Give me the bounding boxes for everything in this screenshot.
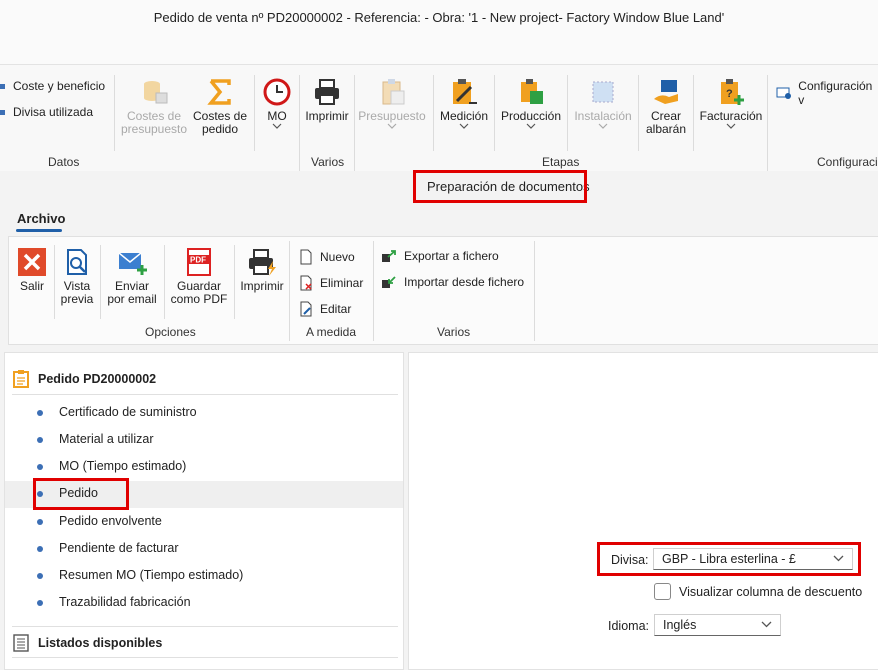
enviar-email-button[interactable]: Enviar por email bbox=[103, 247, 161, 306]
editar-button[interactable]: Editar bbox=[299, 301, 351, 317]
instalacion-button[interactable]: Instalación bbox=[570, 77, 636, 132]
idioma-label: Idioma: bbox=[608, 619, 649, 633]
svg-text:PDF: PDF bbox=[190, 256, 206, 265]
group-label-a-medida: A medida bbox=[306, 325, 357, 339]
coste-beneficio-button[interactable]: Coste y beneficio bbox=[0, 79, 105, 93]
crear-albaran-button[interactable]: Crear albarán bbox=[641, 77, 691, 136]
produccion-button[interactable]: Producción bbox=[497, 77, 565, 132]
group-label-opciones: Opciones bbox=[145, 325, 196, 339]
group-label-configuracion: Configuraci bbox=[817, 155, 878, 169]
list-item[interactable]: Resumen MO (Tiempo estimado) bbox=[37, 568, 243, 582]
costes-pedido-button[interactable]: Costes de pedido bbox=[190, 77, 250, 136]
costes-presupuesto-button[interactable]: Costes de presupuesto bbox=[118, 77, 190, 136]
production-icon bbox=[521, 79, 543, 104]
close-icon bbox=[18, 248, 46, 276]
svg-text:?: ? bbox=[726, 88, 733, 100]
chevron-down-icon bbox=[526, 123, 536, 129]
presupuesto-button[interactable]: Presupuesto bbox=[356, 77, 428, 132]
divisa-icon bbox=[0, 110, 5, 115]
print-flash-icon bbox=[249, 249, 276, 276]
group-label-varios-doc: Varios bbox=[437, 325, 471, 339]
edit-document-icon bbox=[300, 301, 312, 317]
window-title: Pedido de venta nº PD20000002 - Referenc… bbox=[153, 10, 725, 25]
descuento-checkbox[interactable] bbox=[654, 583, 671, 600]
mo-button[interactable]: MO bbox=[258, 77, 296, 132]
vista-previa-button[interactable]: Vista previa bbox=[57, 247, 97, 306]
salir-button[interactable]: Salir bbox=[15, 247, 49, 293]
invoice-icon: ? bbox=[721, 79, 744, 105]
email-icon bbox=[118, 252, 147, 275]
imprimir-button[interactable]: Imprimir bbox=[302, 77, 352, 123]
sigma-icon bbox=[207, 79, 231, 105]
measure-icon bbox=[453, 79, 477, 104]
group-label-varios: Varios bbox=[311, 155, 345, 169]
importar-button[interactable]: Importar desde fichero bbox=[381, 275, 524, 289]
list-item[interactable]: Certificado de suministro bbox=[37, 405, 197, 419]
divisa-utilizada-button[interactable]: Divisa utilizada bbox=[0, 105, 93, 119]
highlight-box bbox=[597, 542, 861, 576]
guardar-pdf-button[interactable]: PDF Guardar como PDF bbox=[167, 247, 231, 306]
chevron-down-icon bbox=[598, 123, 608, 129]
clock-icon bbox=[263, 78, 291, 106]
main-ribbon: Coste y beneficio Divisa utilizada Coste… bbox=[0, 65, 878, 172]
documents-tree-panel bbox=[4, 352, 404, 670]
pdf-icon: PDF bbox=[187, 248, 211, 276]
chevron-down-icon bbox=[726, 123, 736, 129]
configuracion-button[interactable]: Configuración v bbox=[776, 79, 878, 107]
printer-icon bbox=[315, 79, 339, 105]
facturacion-button[interactable]: ? Facturación bbox=[696, 77, 766, 132]
group-label-etapas: Etapas bbox=[542, 155, 580, 169]
list-item[interactable]: MO (Tiempo estimado) bbox=[37, 459, 186, 473]
tab-underline bbox=[16, 229, 62, 232]
list-item[interactable]: Pendiente de facturar bbox=[37, 541, 179, 555]
delete-document-icon bbox=[300, 275, 312, 291]
medicion-button[interactable]: Medición bbox=[436, 77, 492, 132]
listados-disponibles[interactable]: Listados disponibles bbox=[13, 634, 162, 652]
idioma-select[interactable]: Inglés bbox=[654, 614, 781, 636]
highlight-box bbox=[413, 170, 587, 203]
tab-archivo[interactable]: Archivo bbox=[17, 211, 65, 226]
title-bar: Pedido de venta nº PD20000002 - Referenc… bbox=[0, 0, 878, 65]
chevron-down-icon bbox=[387, 123, 397, 129]
exportar-button[interactable]: Exportar a fichero bbox=[381, 249, 499, 263]
descuento-label: Visualizar columna de descuento bbox=[679, 585, 863, 599]
preview-icon bbox=[67, 249, 87, 275]
coste-beneficio-icon bbox=[0, 84, 5, 89]
database-icon bbox=[144, 81, 168, 104]
eliminar-button[interactable]: Eliminar bbox=[299, 275, 363, 291]
chevron-down-icon bbox=[761, 621, 772, 628]
new-document-icon bbox=[300, 249, 312, 265]
highlight-box bbox=[33, 478, 129, 510]
group-label-datos: Datos bbox=[48, 155, 80, 169]
config-icon bbox=[776, 87, 791, 99]
imprimir-doc-button[interactable]: Imprimir bbox=[237, 247, 287, 293]
delivery-note-icon bbox=[654, 80, 678, 104]
clipboard-icon bbox=[13, 370, 29, 388]
chevron-down-icon bbox=[459, 123, 469, 129]
list-item[interactable]: Pedido envolvente bbox=[37, 514, 162, 528]
export-icon bbox=[382, 250, 396, 262]
chevron-down-icon bbox=[272, 123, 282, 129]
installation-icon bbox=[592, 81, 614, 103]
list-icon bbox=[13, 634, 29, 652]
document-ribbon: Salir Vista previa Enviar por email PDF … bbox=[8, 236, 878, 345]
clipboard-icon bbox=[382, 79, 405, 105]
import-icon bbox=[382, 276, 396, 288]
nuevo-button[interactable]: Nuevo bbox=[299, 249, 355, 265]
tree-root[interactable]: Pedido PD20000002 bbox=[13, 370, 156, 388]
list-item[interactable]: Trazabilidad fabricación bbox=[37, 595, 191, 609]
list-item[interactable]: Material a utilizar bbox=[37, 432, 153, 446]
